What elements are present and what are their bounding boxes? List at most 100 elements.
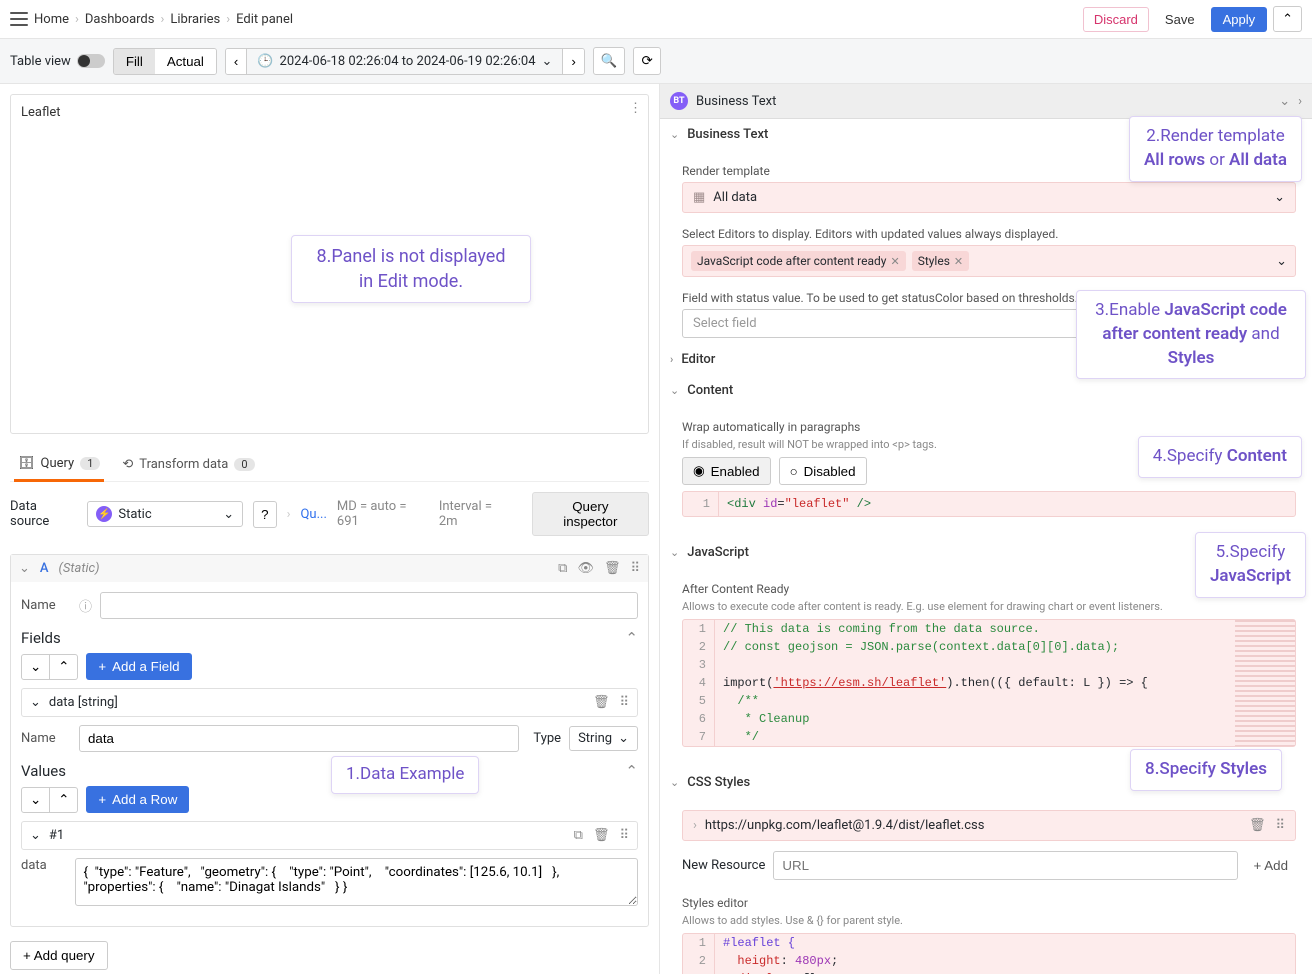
grid-icon: ▦ bbox=[693, 190, 705, 205]
enabled-button[interactable]: ◉Enabled bbox=[682, 457, 771, 485]
plus-icon: + bbox=[98, 659, 106, 674]
trash-icon[interactable]: 🗑 bbox=[1249, 818, 1266, 833]
trash-icon[interactable]: 🗑 bbox=[593, 695, 610, 710]
type-select[interactable]: String ⌄ bbox=[569, 726, 638, 751]
drag-icon[interactable]: ⠿ bbox=[619, 828, 629, 843]
tab-transform[interactable]: ⟲ Transform data 0 bbox=[118, 449, 258, 480]
query-inspector-button[interactable]: Query inspector bbox=[532, 492, 649, 536]
drag-icon[interactable]: ⠿ bbox=[1275, 818, 1285, 833]
tab-query[interactable]: 🗄 Query 1 bbox=[14, 448, 104, 482]
discard-button[interactable]: Discard bbox=[1083, 7, 1149, 32]
js-code-editor[interactable]: 1// This data is coming from the data so… bbox=[682, 619, 1296, 747]
crumb-libraries[interactable]: Libraries bbox=[170, 12, 220, 27]
toggle-on-icon: ◉ bbox=[693, 463, 705, 479]
crumb-edit-panel[interactable]: Edit panel bbox=[236, 12, 293, 27]
select-field-placeholder: Select field bbox=[693, 316, 757, 331]
md-info: MD = auto = 691 bbox=[337, 499, 429, 529]
add-field-button[interactable]: +Add a Field bbox=[86, 653, 191, 680]
minimap[interactable] bbox=[1235, 620, 1295, 746]
actual-button[interactable]: Actual bbox=[155, 49, 216, 74]
chip-styles: Styles ✕ bbox=[912, 251, 969, 271]
crumb-dashboards[interactable]: Dashboards bbox=[85, 12, 155, 27]
expand-all[interactable]: ⌃ bbox=[50, 654, 78, 680]
row-data-textarea[interactable]: { "type": "Feature", "geometry": { "type… bbox=[75, 858, 638, 906]
collapse-all[interactable]: ⌄ bbox=[21, 654, 50, 680]
panel-type-name: Business Text bbox=[696, 94, 776, 109]
expand-caret-button[interactable]: ⌃ bbox=[1273, 6, 1302, 32]
chevron-right-icon[interactable]: › bbox=[693, 818, 697, 833]
section-content[interactable]: ⌄ Content bbox=[660, 375, 1312, 406]
field-name-display: data [string] bbox=[49, 695, 118, 710]
fill-button[interactable]: Fill bbox=[114, 49, 155, 74]
callout-text: 8.Panel is not displayed bbox=[317, 246, 506, 267]
trash-icon[interactable]: 🗑 bbox=[604, 561, 621, 576]
header-actions: Discard Save Apply ⌃ bbox=[1083, 6, 1302, 32]
callout-text: 8.Specify bbox=[1145, 759, 1220, 779]
callout-strong: JavaScript bbox=[1210, 566, 1291, 586]
drag-icon[interactable]: ⠿ bbox=[619, 695, 629, 710]
add-query-button[interactable]: + Add query bbox=[10, 941, 108, 970]
refresh-button[interactable]: ⟳ bbox=[633, 47, 660, 75]
section-css-styles[interactable]: ⌄ CSS Styles 8.Specify Styles bbox=[660, 767, 1312, 798]
query-name-input[interactable] bbox=[100, 592, 638, 619]
copy-icon[interactable]: ⧉ bbox=[574, 828, 583, 843]
zoom-out-button[interactable]: 🔍 bbox=[593, 47, 626, 75]
remove-chip-icon[interactable]: ✕ bbox=[954, 255, 963, 268]
section-label: JavaScript bbox=[687, 545, 749, 560]
disabled-button[interactable]: ○Disabled bbox=[779, 457, 867, 485]
chevron-down-icon[interactable]: ⌄ bbox=[19, 561, 30, 576]
datasource-select[interactable]: ⚡ Static ⌄ bbox=[87, 501, 243, 527]
remove-chip-icon[interactable]: ✕ bbox=[890, 255, 899, 268]
collapse-caret-icon[interactable]: ⌃ bbox=[625, 629, 638, 647]
css-code-editor[interactable]: 1#leaflet { 2 height: 480px; 3 display: … bbox=[682, 933, 1296, 974]
query-letter[interactable]: A bbox=[40, 561, 49, 576]
time-back-button[interactable]: ‹ bbox=[226, 49, 246, 74]
callout-strong: Styles bbox=[1168, 348, 1215, 368]
chevron-down-icon[interactable]: ⌄ bbox=[1279, 94, 1290, 109]
chevron-down-icon: ⌄ bbox=[670, 128, 679, 141]
datasource-help-button[interactable]: ? bbox=[253, 501, 276, 528]
save-button[interactable]: Save bbox=[1155, 8, 1205, 31]
queries-link[interactable]: Qu... bbox=[300, 507, 326, 522]
time-range-display[interactable]: 🕒 2024-06-18 02:26:04 to 2024-06-19 02:2… bbox=[246, 49, 563, 74]
time-forward-button[interactable]: › bbox=[563, 49, 583, 74]
expand-all[interactable]: ⌃ bbox=[50, 787, 78, 813]
info-icon[interactable]: ⓘ bbox=[79, 596, 92, 615]
line-number: 1 bbox=[683, 492, 719, 516]
copy-icon[interactable]: ⧉ bbox=[558, 561, 567, 576]
toolbar: Table view Fill Actual ‹ 🕒 2024-06-18 02… bbox=[0, 38, 1312, 84]
datasource-row: Data source ⚡ Static ⌄ ? › Qu... MD = au… bbox=[10, 482, 649, 546]
trash-icon[interactable]: 🗑 bbox=[593, 828, 610, 843]
table-view-toggle[interactable]: Table view bbox=[10, 54, 105, 69]
collapse-all[interactable]: ⌄ bbox=[21, 787, 50, 813]
business-text-icon: BT bbox=[670, 92, 688, 110]
callout-data-example: 1.Data Example bbox=[331, 756, 479, 794]
collapse-caret-icon[interactable]: ⌃ bbox=[625, 762, 638, 780]
add-row-button[interactable]: +Add a Row bbox=[86, 786, 189, 813]
chevron-down-icon: ⌄ bbox=[223, 507, 234, 522]
callout-strong: All data bbox=[1229, 150, 1287, 170]
section-label: Content bbox=[687, 383, 733, 398]
chevron-down-icon[interactable]: ⌄ bbox=[30, 828, 41, 843]
crumb-home[interactable]: Home bbox=[34, 12, 69, 27]
chevron-down-icon[interactable]: ⌄ bbox=[30, 695, 41, 710]
query-count-badge: 1 bbox=[80, 457, 100, 470]
panel-type-header: BT Business Text ⌄ › bbox=[660, 84, 1312, 119]
new-resource-input[interactable] bbox=[773, 851, 1237, 880]
query-body: Name ⓘ Fields ⌃ ⌄ ⌃ +Add a Field bbox=[11, 582, 648, 926]
field-name-label: Name bbox=[21, 731, 71, 746]
drag-icon[interactable]: ⠿ bbox=[630, 561, 640, 576]
switch-icon[interactable] bbox=[77, 54, 105, 68]
panel-menu-icon[interactable]: ⋮ bbox=[629, 101, 642, 116]
static-datasource-icon: ⚡ bbox=[96, 506, 112, 522]
render-template-select[interactable]: ▦ All data ⌄ bbox=[682, 182, 1296, 213]
content-code-editor[interactable]: 1 <div id="leaflet" /> bbox=[682, 491, 1296, 517]
apply-button[interactable]: Apply bbox=[1211, 7, 1268, 32]
add-resource-button[interactable]: + Add bbox=[1246, 854, 1296, 877]
editors-select[interactable]: JavaScript code after content ready ✕ St… bbox=[682, 245, 1296, 277]
hamburger-icon[interactable] bbox=[10, 12, 28, 26]
chevron-right-icon[interactable]: › bbox=[1298, 94, 1302, 109]
eye-icon[interactable]: 👁 bbox=[577, 561, 594, 576]
field-name-input[interactable] bbox=[79, 725, 519, 752]
disabled-label: Disabled bbox=[804, 464, 856, 479]
